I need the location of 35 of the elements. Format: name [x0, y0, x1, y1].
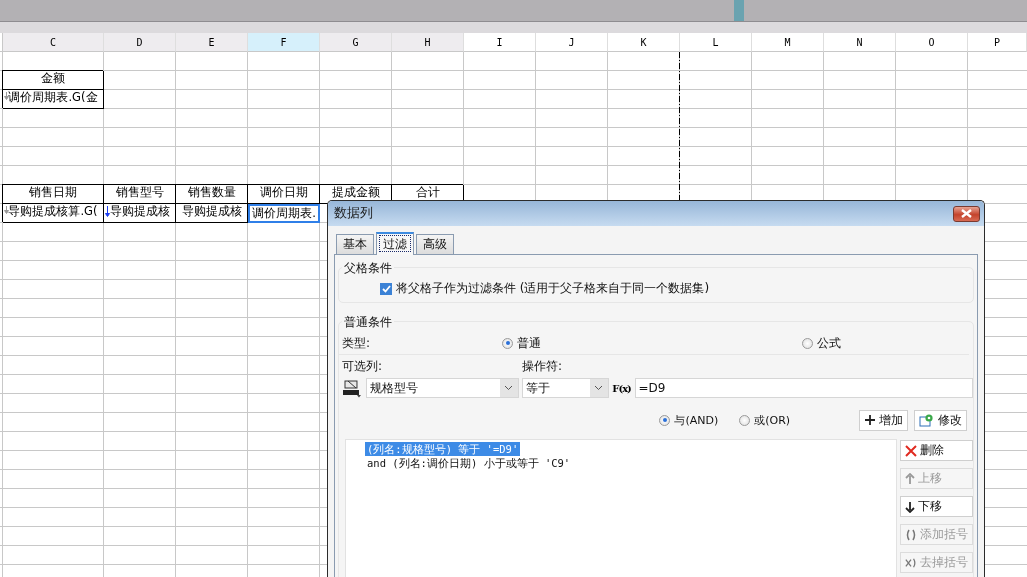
radio-button[interactable]: 与(AND): [659, 412, 740, 428]
table-cell: 导购提成核: [176, 204, 248, 223]
list-item[interactable]: and (列名:调价日期) 小于或等于 'C9': [365, 456, 573, 470]
radio-button[interactable]: 公式: [802, 334, 841, 352]
table-cell: 导购提成核算.G(: [3, 204, 104, 223]
formula-button[interactable]: F(x): [611, 378, 632, 398]
window-title: 数据列: [334, 205, 373, 222]
table-cell: 调价周期表.: [248, 204, 320, 223]
edit-button[interactable]: 修改: [914, 409, 967, 431]
column-header[interactable]: D: [104, 33, 176, 52]
tab[interactable]: 基本: [336, 234, 374, 254]
add-button[interactable]: 增加: [859, 409, 908, 431]
column-header[interactable]: H: [392, 33, 464, 52]
group-legend: 父格条件: [342, 260, 394, 277]
down-button[interactable]: 下移: [900, 496, 973, 517]
formula-field[interactable]: =D9: [634, 378, 973, 398]
column-header[interactable]: E: [176, 33, 248, 52]
column-header[interactable]: C: [3, 33, 104, 52]
table-cell: 调价周期表.G(金: [3, 90, 104, 109]
table-cell: 金额: [3, 71, 104, 90]
dropdown[interactable]: 规格型号: [365, 378, 519, 398]
checkbox-label: 将父格子作为过滤条件 (适用于父子格来自于同一个数据集): [396, 280, 710, 297]
column-header[interactable]: F: [248, 33, 320, 52]
column-header[interactable]: G: [320, 33, 392, 52]
field-label: 操作符:: [522, 357, 563, 375]
field-label: 类型:: [342, 334, 372, 352]
table-cell: 导购提成核: [104, 204, 176, 223]
delete-button[interactable]: 删除: [900, 440, 973, 461]
dropdown[interactable]: 等于: [521, 378, 609, 398]
radio-button[interactable]: 普通: [502, 334, 802, 352]
tab[interactable]: 过滤: [376, 232, 414, 255]
tab[interactable]: 高级: [416, 234, 454, 254]
radio-button[interactable]: 或(OR): [739, 412, 859, 428]
field-label: 可选列:: [342, 357, 384, 375]
group-legend: 普通条件: [342, 314, 394, 331]
